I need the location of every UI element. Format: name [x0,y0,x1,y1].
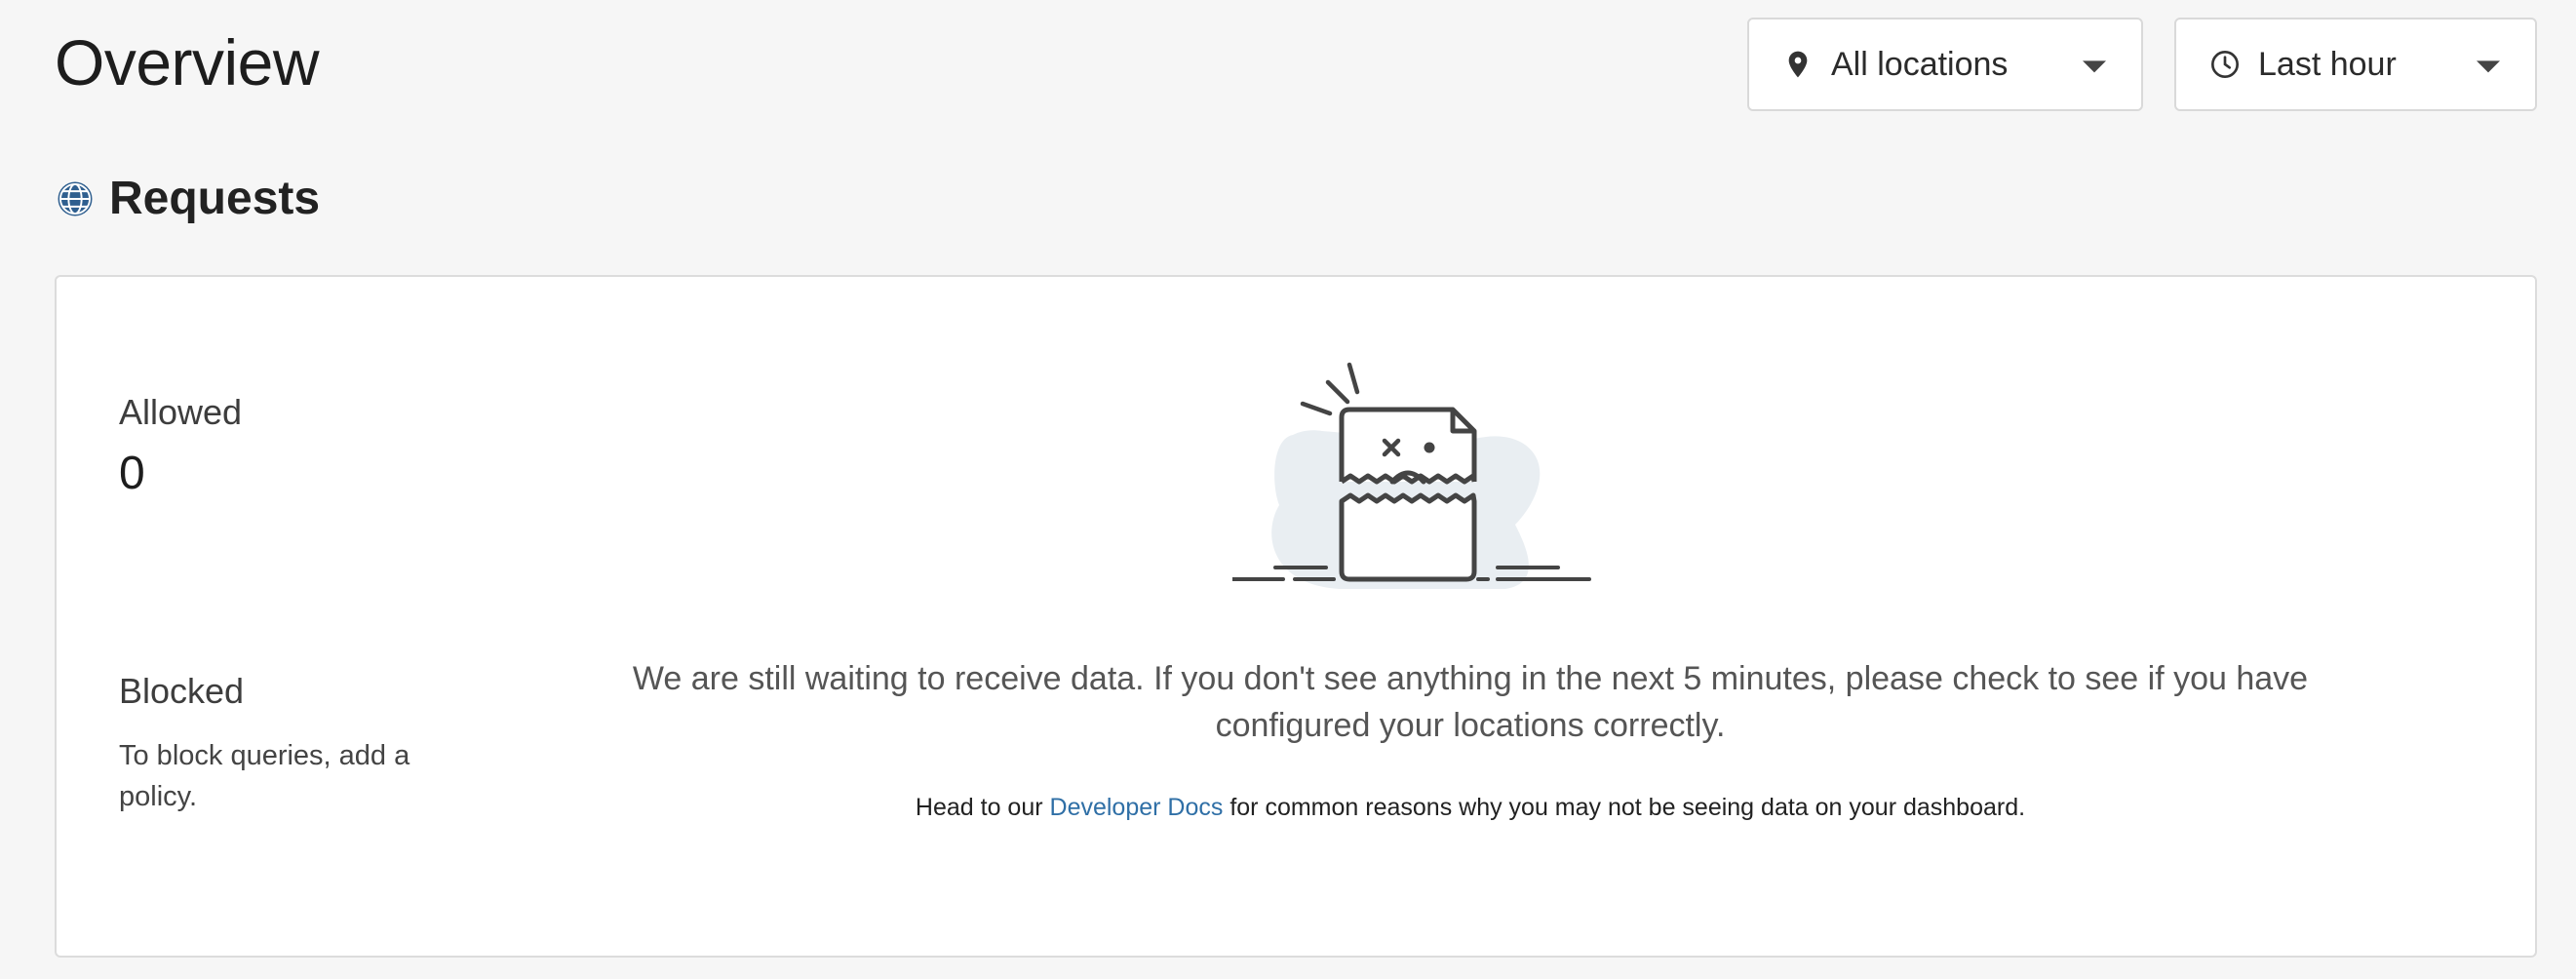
requests-card: Allowed 0 Blocked To block queries, add … [55,275,2537,958]
docs-prefix: Head to our [915,794,1050,821]
time-filter-label: Last hour [2258,45,2397,83]
requests-section-header: Requests [55,172,320,225]
map-pin-icon [1788,51,1808,78]
location-filter-label: All locations [1831,45,2009,83]
developer-docs-link[interactable]: Developer Docs [1050,794,1224,821]
overview-page: Overview All locations Last hour Request… [0,0,2576,979]
broken-document-icon [1232,362,1591,589]
allowed-count: 0 [119,448,145,499]
empty-state-message: We are still waiting to receive data. If… [632,660,2309,744]
location-filter-dropdown[interactable]: All locations [1747,18,2143,111]
blocked-hint: To block queries, add a policy. [119,740,410,812]
clock-icon [2211,51,2239,78]
chevron-down-icon [2083,60,2106,73]
docs-suffix: for common reasons why you may not be se… [1223,794,2026,821]
blocked-label: Blocked [119,671,245,711]
chevron-down-icon [2477,60,2500,73]
requests-title: Requests [109,173,321,224]
globe-icon [58,181,93,215]
docs-hint: Head to our Developer Docs for common re… [564,794,2377,822]
time-filter-dropdown[interactable]: Last hour [2174,18,2537,111]
allowed-label: Allowed [119,392,243,432]
page-title: Overview [55,26,320,98]
